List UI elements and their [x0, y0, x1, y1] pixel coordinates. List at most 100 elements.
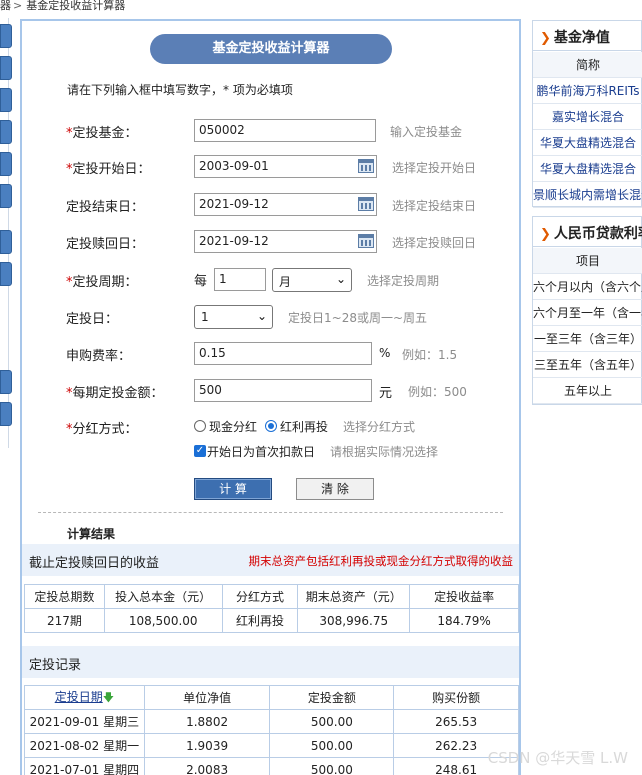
summary-header: 定投收益率: [409, 584, 519, 609]
summary-cell: 108,500.00: [103, 608, 223, 633]
fund-row: *定投基金： 050002 输入定投基金: [22, 119, 519, 143]
rail-tab-8[interactable]: [0, 262, 12, 286]
period-hint: 选择定投周期: [367, 274, 440, 288]
first-day-hint: 请根据实际情况选择: [330, 445, 439, 459]
period-unit-select[interactable]: 月 ⌄: [272, 268, 352, 292]
rail-tab-10[interactable]: [0, 402, 12, 426]
first-day-label[interactable]: 开始日为首次扣款日: [207, 443, 315, 460]
invest-day-select[interactable]: 1 ⌄: [194, 305, 273, 329]
summary-cell: 217期: [24, 608, 105, 633]
summary-header-row: 定投总期数 投入总本金（元） 分红方式 期末总资产（元） 定投收益率: [24, 584, 519, 609]
clear-button[interactable]: 清 除: [296, 478, 374, 500]
start-date-row: *定投开始日： 2003-09-01 选择定投开始日: [22, 155, 519, 179]
records-header: 单位净值: [143, 685, 271, 710]
invest-day-hint: 定投日1~28或周一~周五: [288, 311, 428, 325]
left-rail: [0, 18, 12, 775]
start-date-label: *定投开始日：: [66, 162, 151, 177]
fund-nav-link[interactable]: 华夏大盘精选混合: [533, 156, 642, 182]
summary-table: 定投总期数 投入总本金（元） 分红方式 期末总资产（元） 定投收益率 217期 …: [24, 584, 519, 633]
rail-tab-1[interactable]: [0, 24, 12, 48]
rail-tab-9[interactable]: [0, 370, 12, 394]
loan-rate-item: 三至五年（含五年）: [533, 352, 642, 378]
loan-rate-item: 六个月至一年（含一年）: [533, 300, 642, 326]
loan-rate-item: 一至三年（含三年）: [533, 326, 642, 352]
redeem-date-hint: 选择定投赎回日: [392, 236, 477, 250]
calendar-icon[interactable]: [358, 197, 374, 211]
breadcrumb-current: 基金定投收益计算器: [26, 0, 126, 12]
summary-title: 截止定投赎回日的收益: [29, 556, 160, 571]
fund-label: *定投基金：: [66, 126, 138, 141]
chevron-right-icon: ❯: [540, 227, 551, 242]
record-shares: 265.53: [393, 709, 519, 734]
fund-input[interactable]: 050002: [194, 119, 376, 142]
rail-tab-7[interactable]: [0, 230, 12, 254]
rail-tab-3[interactable]: [0, 88, 12, 112]
fund-nav-link[interactable]: 鹏华前海万科REITs: [533, 78, 642, 104]
calculator-title: 基金定投收益计算器: [150, 34, 392, 64]
record-amount: 500.00: [269, 757, 395, 775]
rail-tab-6[interactable]: [0, 184, 12, 208]
summary-value-row: 217期 108,500.00 红利再投 308,996.75 184.79%: [24, 608, 519, 633]
invest-day-label: 定投日：: [66, 312, 119, 327]
rail-tab-5[interactable]: [0, 152, 12, 176]
end-date-hint: 选择定投结束日: [392, 199, 477, 213]
records-header: 定投金额: [269, 685, 395, 710]
period-count-input[interactable]: 1: [214, 268, 266, 291]
watermark: CSDN @华天雪 L.W: [487, 749, 628, 767]
first-day-checkbox[interactable]: ✓: [194, 445, 206, 457]
fund-nav-link[interactable]: 景顺长城内需增长混合: [533, 182, 642, 208]
instruction-text: 请在下列输入框中填写数字，* 项为必填项: [67, 83, 293, 97]
record-nav: 1.8802: [143, 709, 271, 734]
loan-rate-item: 六个月以内（含六个月）: [533, 274, 642, 300]
calendar-icon[interactable]: [358, 159, 374, 173]
records-header: 购买份额: [393, 685, 519, 710]
end-date-row: 定投结束日： 2021-09-12 选择定投结束日: [22, 193, 519, 217]
amount-unit: 元: [379, 386, 393, 401]
fund-nav-link[interactable]: 华夏大盘精选混合: [533, 130, 642, 156]
table-row: 2021-09-01 星期三 1.8802 500.00 265.53: [24, 709, 519, 734]
period-unit-value: 月: [279, 275, 292, 289]
chevron-right-icon: ❯: [540, 31, 551, 46]
calendar-icon[interactable]: [358, 234, 374, 248]
fee-rate-input[interactable]: 0.15: [194, 342, 372, 365]
sort-arrow-icon[interactable]: 🡇: [103, 691, 114, 704]
dividend-cash-radio[interactable]: [194, 420, 206, 432]
summary-header: 定投总期数: [24, 584, 105, 609]
record-date: 2021-09-01 星期三: [24, 709, 145, 734]
dividend-reinvest-label[interactable]: 红利再投: [280, 418, 328, 435]
fund-nav-title: ❯ 基金净值: [533, 21, 642, 51]
summary-cell: 红利再投: [221, 608, 299, 633]
first-day-row: ✓ 开始日为首次扣款日 请根据实际情况选择: [22, 440, 519, 464]
record-nav: 2.0083: [143, 757, 271, 775]
fund-nav-link[interactable]: 嘉实增长混合: [533, 104, 642, 130]
period-prefix: 每: [194, 274, 208, 289]
summary-note: 期末总资产包括红利再投或现金分红方式取得的收益: [248, 554, 514, 568]
amount-row: *每期定投金额： 500 元 例如：500: [22, 379, 519, 403]
period-label: *定投周期：: [66, 275, 138, 290]
rail-tab-4[interactable]: [0, 120, 12, 144]
rail-tab-2[interactable]: [0, 56, 12, 80]
redeem-date-input[interactable]: 2021-09-12: [194, 230, 377, 253]
fee-rate-row: 申购费率： 0.15 % 例如：1.5: [22, 342, 519, 366]
period-row: *定投周期： 每 1 月 ⌄ 选择定投周期: [22, 268, 519, 292]
record-amount: 500.00: [269, 733, 395, 758]
results-heading: 计算结果: [67, 527, 116, 541]
records-table: 定投日期🡇 单位净值 定投金额 购买份额 2021-09-01 星期三 1.88…: [24, 685, 519, 775]
table-row: 2021-08-02 星期一 1.9039 500.00 262.23: [24, 733, 519, 758]
sort-date-link[interactable]: 定投日期: [55, 690, 103, 704]
start-date-input[interactable]: 2003-09-01: [194, 155, 377, 178]
records-header-date[interactable]: 定投日期🡇: [24, 685, 145, 710]
loan-rate-column-header: 项目: [533, 248, 642, 274]
summary-band: 截止定投赎回日的收益 期末总资产包括红利再投或现金分红方式取得的收益: [22, 544, 519, 576]
section-divider: [38, 512, 503, 513]
amount-hint: 例如：500: [408, 385, 467, 399]
loan-rate-panel: ❯人民币贷款利率 项目 六个月以内（含六个月） 六个月至一年（含一年） 一至三年…: [532, 216, 642, 405]
records-title: 定投记录: [29, 658, 82, 673]
amount-label: *每期定投金额：: [66, 386, 164, 401]
calculate-button[interactable]: 计 算: [194, 478, 272, 500]
record-amount: 500.00: [269, 709, 395, 734]
dividend-cash-label[interactable]: 现金分红: [209, 418, 257, 435]
amount-input[interactable]: 500: [194, 379, 372, 402]
end-date-input[interactable]: 2021-09-12: [194, 193, 377, 216]
dividend-reinvest-radio[interactable]: [265, 420, 277, 432]
